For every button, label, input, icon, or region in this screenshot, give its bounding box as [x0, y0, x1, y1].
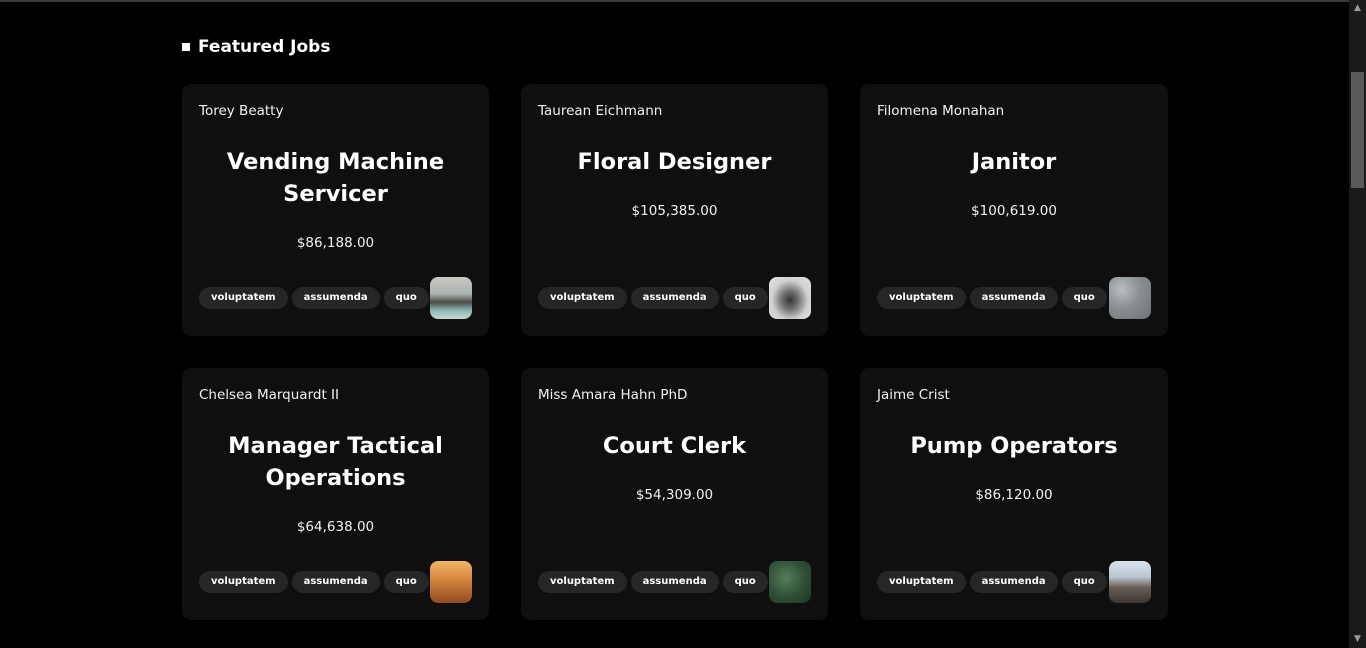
tag[interactable]: assumenda: [630, 571, 719, 593]
tag[interactable]: voluptatem: [199, 571, 288, 593]
tag-list: voluptatem assumenda quo: [877, 571, 1107, 593]
tag[interactable]: assumenda: [969, 287, 1058, 309]
section-title: Featured Jobs: [198, 37, 331, 57]
job-title[interactable]: Vending Machine Servicer: [202, 146, 469, 210]
job-salary: $86,188.00: [296, 235, 375, 251]
tag[interactable]: voluptatem: [538, 287, 627, 309]
tag[interactable]: assumenda: [291, 571, 380, 593]
job-grid: Torey Beatty Vending Machine Servicer $8…: [182, 84, 1168, 620]
statue-photo-thumbnail: [769, 277, 811, 319]
job-card[interactable]: Torey Beatty Vending Machine Servicer $8…: [182, 84, 489, 336]
job-title[interactable]: Pump Operators: [880, 430, 1148, 462]
company-name: Taurean Eichmann: [538, 103, 663, 119]
tag-list: voluptatem assumenda quo: [538, 287, 768, 309]
company-name: Torey Beatty: [199, 103, 284, 119]
job-card[interactable]: Chelsea Marquardt II Manager Tactical Op…: [182, 368, 489, 620]
job-card[interactable]: Jaime Crist Pump Operators $86,120.00 vo…: [860, 368, 1168, 620]
tag-list: voluptatem assumenda quo: [877, 287, 1107, 309]
page: Featured Jobs Torey Beatty Vending Machi…: [0, 0, 1349, 648]
job-salary: $105,385.00: [631, 203, 718, 219]
section-header: Featured Jobs: [182, 34, 330, 60]
forest-photo-thumbnail: [769, 561, 811, 603]
tag[interactable]: assumenda: [630, 287, 719, 309]
tag[interactable]: voluptatem: [199, 287, 288, 309]
tag[interactable]: voluptatem: [877, 571, 966, 593]
vertical-scrollbar[interactable]: ▲ ▼: [1349, 0, 1366, 648]
beach-photo-thumbnail: [430, 277, 472, 319]
tag[interactable]: quo: [1061, 571, 1107, 593]
tag[interactable]: voluptatem: [538, 571, 627, 593]
tag[interactable]: voluptatem: [877, 287, 966, 309]
job-card[interactable]: Filomena Monahan Janitor $100,619.00 vol…: [860, 84, 1168, 336]
company-name: Jaime Crist: [877, 387, 950, 403]
tag-list: voluptatem assumenda quo: [199, 571, 429, 593]
company-name: Filomena Monahan: [877, 103, 1005, 119]
city-skyline-photo-thumbnail: [1109, 561, 1151, 603]
tag[interactable]: quo: [722, 287, 768, 309]
tag[interactable]: quo: [1061, 287, 1107, 309]
tag-list: voluptatem assumenda quo: [538, 571, 768, 593]
company-name: Miss Amara Hahn PhD: [538, 387, 688, 403]
job-title[interactable]: Janitor: [880, 146, 1148, 178]
tag-list: voluptatem assumenda quo: [199, 287, 429, 309]
tag[interactable]: quo: [383, 571, 429, 593]
job-salary: $54,309.00: [635, 487, 714, 503]
job-title[interactable]: Manager Tactical Operations: [202, 430, 469, 494]
tag[interactable]: quo: [383, 287, 429, 309]
scroll-down-icon[interactable]: ▼: [1349, 631, 1366, 648]
rock-photo-thumbnail: [1109, 277, 1151, 319]
square-bullet-icon: [182, 43, 190, 51]
tag[interactable]: quo: [722, 571, 768, 593]
job-title[interactable]: Court Clerk: [541, 430, 808, 462]
tag[interactable]: assumenda: [291, 287, 380, 309]
job-title[interactable]: Floral Designer: [541, 146, 808, 178]
scroll-up-icon[interactable]: ▲: [1349, 0, 1366, 17]
job-salary: $86,120.00: [975, 487, 1053, 503]
job-salary: $100,619.00: [971, 203, 1057, 219]
scrollbar-thumb[interactable]: [1351, 72, 1364, 188]
company-name: Chelsea Marquardt II: [199, 387, 340, 403]
job-card[interactable]: Taurean Eichmann Floral Designer $105,38…: [521, 84, 828, 336]
job-card[interactable]: Miss Amara Hahn PhD Court Clerk $54,309.…: [521, 368, 828, 620]
sunset-city-photo-thumbnail: [430, 561, 472, 603]
job-salary: $64,638.00: [296, 519, 375, 535]
tag[interactable]: assumenda: [969, 571, 1058, 593]
